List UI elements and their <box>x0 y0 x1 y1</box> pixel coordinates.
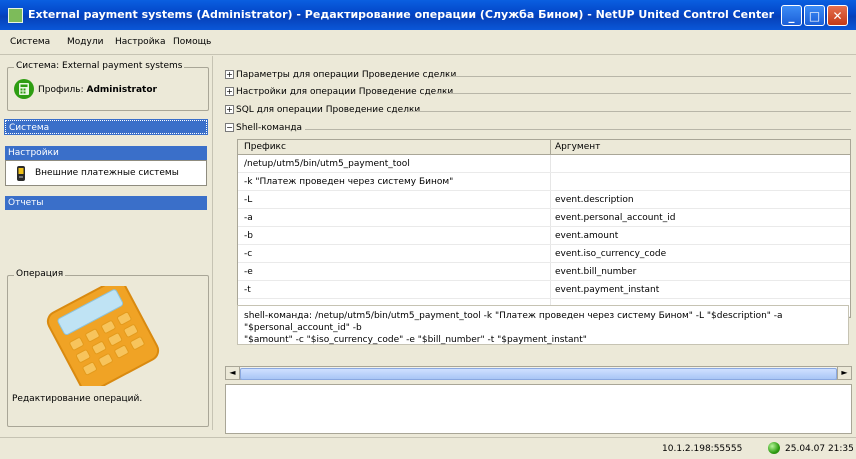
cell-argument[interactable]: event.bill_number <box>555 267 636 277</box>
section-settings[interactable]: + Настройки для операции Проведение сделк… <box>225 87 851 100</box>
profile-line: Профиль: Administrator <box>38 85 157 95</box>
section-shell[interactable]: − Shell-команда <box>225 123 851 136</box>
column-separator[interactable] <box>550 140 551 154</box>
column-header-argument[interactable]: Аргумент <box>555 142 600 152</box>
column-separator <box>550 245 551 262</box>
nav-system[interactable]: Система <box>4 119 208 135</box>
section-shell-label: Shell-команда <box>236 123 303 133</box>
column-separator <box>550 227 551 244</box>
table-header: Префикс Аргумент <box>238 140 850 155</box>
column-separator <box>550 263 551 280</box>
cell-argument[interactable]: event.personal_account_id <box>555 213 675 223</box>
cell-prefix[interactable]: -c <box>244 249 252 259</box>
cell-prefix[interactable]: -t <box>244 285 251 295</box>
profile-label: Профиль: <box>38 85 84 95</box>
nav-item-external-systems[interactable]: Внешние платежные системы <box>35 168 179 178</box>
column-separator <box>550 281 551 298</box>
section-parameters-label: Параметры для операции Проведение сделки <box>236 70 457 80</box>
shell-command-preview: shell-команда: /netup/utm5/bin/utm5_paym… <box>237 305 849 345</box>
profile-value: Administrator <box>86 85 157 95</box>
menu-system[interactable]: Система <box>10 37 50 47</box>
table-row[interactable]: -e event.bill_number <box>238 263 850 281</box>
column-separator <box>550 191 551 208</box>
table-row[interactable]: /netup/utm5/bin/utm5_payment_tool <box>238 155 850 173</box>
table-row[interactable]: -a event.personal_account_id <box>238 209 850 227</box>
column-separator <box>550 155 551 172</box>
divider <box>447 76 851 77</box>
operation-legend: Операция <box>14 269 66 279</box>
minimize-button[interactable]: _ <box>781 5 802 26</box>
scroll-thumb[interactable] <box>240 368 837 380</box>
menu-bar: Система Модули Настройка Помощь <box>0 30 856 55</box>
server-address: 10.1.2.198:55555 <box>662 444 743 454</box>
cell-prefix[interactable]: -a <box>244 213 253 223</box>
cell-argument[interactable]: event.payment_instant <box>555 285 659 295</box>
maximize-button[interactable]: □ <box>804 5 825 26</box>
cell-prefix[interactable]: -L <box>244 195 252 205</box>
calculator-icon <box>14 79 34 99</box>
section-sql-label: SQL для операции Проведение сделки <box>236 105 421 115</box>
cell-prefix[interactable]: /netup/utm5/bin/utm5_payment_tool <box>244 159 410 169</box>
expand-icon[interactable]: + <box>225 87 234 96</box>
shell-table: Префикс Аргумент /netup/utm5/bin/utm5_pa… <box>237 139 851 318</box>
calculator-illustration <box>46 286 160 386</box>
divider <box>409 111 851 112</box>
left-pane: Система: External payment systems Профил… <box>3 56 213 430</box>
section-settings-label: Настройки для операции Проведение сделки <box>236 87 454 97</box>
connection-status-icon <box>768 442 780 454</box>
cell-argument[interactable]: event.iso_currency_code <box>555 249 666 259</box>
nav-settings-panel: Внешние платежные системы <box>5 160 207 186</box>
cell-argument[interactable]: event.description <box>555 195 634 205</box>
shell-command-line: "$amount" -c "$iso_currency_code" -e "$b… <box>244 335 587 345</box>
right-pane: + Параметры для операции Проведение сделк… <box>221 62 852 435</box>
cell-prefix[interactable]: -b <box>244 231 253 241</box>
operation-description: Редактирование операций. <box>12 394 143 404</box>
scroll-right-icon[interactable]: ► <box>837 367 851 379</box>
system-group: Система: External payment systems Профил… <box>7 61 209 111</box>
nav-settings[interactable]: Настройки <box>5 146 207 160</box>
title-bar[interactable]: External payment systems (Administrator)… <box>0 0 856 30</box>
payment-terminal-icon[interactable] <box>15 165 27 182</box>
status-bar: 10.1.2.198:55555 25.04.07 21:35 <box>0 437 856 459</box>
scroll-left-icon[interactable]: ◄ <box>226 367 240 379</box>
expand-icon[interactable]: + <box>225 105 234 114</box>
window-title: External payment systems (Administrator)… <box>28 8 775 21</box>
menu-modules[interactable]: Модули <box>67 37 103 47</box>
bottom-panel <box>225 384 852 434</box>
collapse-icon[interactable]: − <box>225 123 234 132</box>
table-row[interactable]: -L event.description <box>238 191 850 209</box>
section-parameters[interactable]: + Параметры для операции Проведение сделк… <box>225 70 851 83</box>
close-button[interactable]: ✕ <box>827 5 848 26</box>
column-separator <box>550 209 551 226</box>
shell-command-line: shell-команда: /netup/utm5/bin/utm5_paym… <box>244 311 783 333</box>
menu-settings[interactable]: Настройка <box>115 37 166 47</box>
column-separator <box>550 173 551 190</box>
expand-icon[interactable]: + <box>225 70 234 79</box>
table-row[interactable]: -k "Платеж проведен через систему Бином" <box>238 173 850 191</box>
divider <box>435 93 851 94</box>
nav-reports[interactable]: Отчеты <box>5 196 207 210</box>
cell-prefix[interactable]: -e <box>244 267 253 277</box>
table-row[interactable]: -b event.amount <box>238 227 850 245</box>
divider <box>305 129 851 130</box>
app-icon <box>8 8 23 23</box>
table-row[interactable]: -t event.payment_instant <box>238 281 850 299</box>
status-datetime: 25.04.07 21:35 <box>785 444 854 454</box>
table-row[interactable]: -c event.iso_currency_code <box>238 245 850 263</box>
cell-prefix[interactable]: -k "Платеж проведен через систему Бином" <box>244 177 453 187</box>
column-header-prefix[interactable]: Префикс <box>244 142 286 152</box>
operation-group: Операция Редактирование операций. <box>7 269 209 427</box>
horizontal-scrollbar[interactable]: ◄ ► <box>225 366 852 380</box>
section-sql[interactable]: + SQL для операции Проведение сделки <box>225 105 851 118</box>
system-legend: Система: External payment systems <box>14 61 185 71</box>
menu-help[interactable]: Помощь <box>173 37 211 47</box>
cell-argument[interactable]: event.amount <box>555 231 618 241</box>
